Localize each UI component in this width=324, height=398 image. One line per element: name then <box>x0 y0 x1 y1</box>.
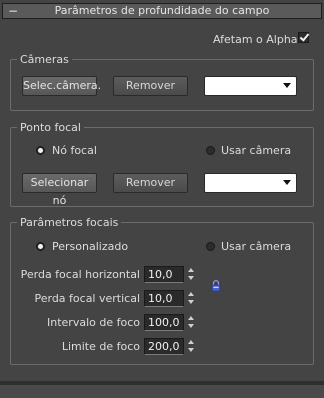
focus-limit-field[interactable]: 200,0 <box>144 338 184 355</box>
spinner-up-icon <box>188 292 194 296</box>
focus-limit-label: Limite de foco <box>61 340 140 353</box>
spinner-up-icon <box>188 268 194 272</box>
select-node-button[interactable]: Selecionar nó <box>22 173 97 207</box>
focus-interval-label: Intervalo de foco <box>47 316 140 329</box>
camera-dropdown[interactable] <box>204 76 297 96</box>
spinner-down-icon <box>188 348 194 352</box>
rollout-header[interactable]: − Parâmetros de profundidade do campo <box>2 3 322 19</box>
select-camera-button[interactable]: Selec.câmera. <box>22 76 101 96</box>
vertical-loss-field[interactable]: 10,0 <box>144 290 184 307</box>
focus-limit-spinner[interactable] <box>187 338 196 355</box>
spinner-down-icon <box>188 276 194 280</box>
spinner-up-icon <box>188 316 194 320</box>
horizontal-loss-field[interactable]: 10,0 <box>144 266 184 283</box>
spinner-down-icon <box>188 324 194 328</box>
panel-footer <box>0 385 324 398</box>
horizontal-loss-spinner[interactable] <box>187 266 196 283</box>
remove-node-button[interactable]: Remover <box>113 173 188 193</box>
focus-interval-field[interactable]: 100,0 <box>144 314 184 331</box>
radio-params-use-camera-label: Usar câmera <box>221 240 292 253</box>
radio-focal-use-camera-label: Usar câmera <box>221 144 292 157</box>
remove-camera-button[interactable]: Remover <box>113 76 188 96</box>
affect-alpha-checkbox[interactable] <box>298 31 310 43</box>
checkmark-icon <box>299 31 310 42</box>
lock-icon[interactable] <box>211 280 221 292</box>
chevron-down-icon <box>283 180 291 185</box>
vertical-loss-label: Perda focal vertical <box>34 292 140 305</box>
radio-focal-use-camera[interactable] <box>206 146 215 155</box>
focal-node-dropdown[interactable] <box>204 173 297 193</box>
vertical-loss-spinner[interactable] <box>187 290 196 307</box>
horizontal-loss-label: Perda focal horizontal <box>20 268 140 281</box>
rollout-title: Parâmetros de profundidade do campo <box>54 4 270 17</box>
focal-point-group-title: Ponto focal <box>17 121 84 134</box>
radio-focal-node[interactable] <box>36 146 45 155</box>
radio-focal-node-label: Nó focal <box>52 144 97 157</box>
radio-custom[interactable] <box>36 242 45 251</box>
radio-custom-label: Personalizado <box>52 240 129 253</box>
collapse-icon: − <box>8 4 19 18</box>
radio-params-use-camera[interactable] <box>206 242 215 251</box>
chevron-down-icon <box>283 83 291 88</box>
focus-interval-spinner[interactable] <box>187 314 196 331</box>
cameras-group-title: Câmeras <box>17 53 72 66</box>
spinner-down-icon <box>188 300 194 304</box>
focal-params-group-title: Parâmetros focais <box>17 216 122 229</box>
affect-alpha-label: Afetam o Alpha <box>213 33 298 46</box>
spinner-up-icon <box>188 340 194 344</box>
